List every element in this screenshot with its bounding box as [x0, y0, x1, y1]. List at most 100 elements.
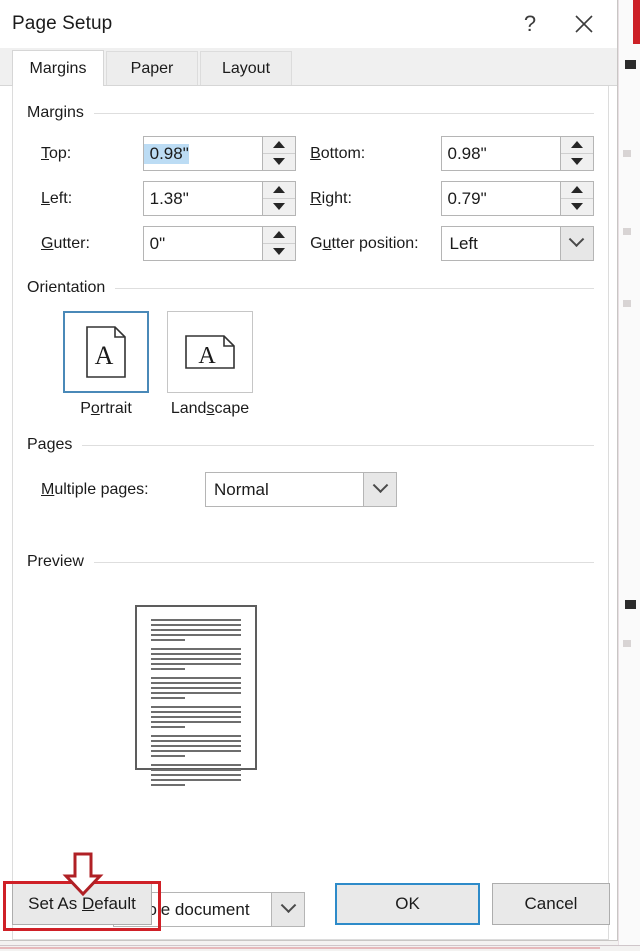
preview-paragraph: [151, 619, 241, 641]
group-divider: [82, 444, 594, 446]
ok-button-label: OK: [395, 894, 420, 913]
background-red-marker: [633, 0, 640, 44]
close-icon[interactable]: [571, 11, 597, 37]
set-as-default-label: Set As Default: [28, 894, 136, 914]
question-mark-icon[interactable]: ?: [517, 11, 543, 37]
top-margin-spinner[interactable]: 0.98": [142, 136, 297, 171]
pages-group-label: Pages: [27, 436, 73, 453]
top-label-accel: T: [41, 144, 49, 162]
multiple-pages-value: Normal: [214, 479, 269, 499]
gutter-spin-up-icon[interactable]: [263, 227, 296, 244]
margin-row-gutter: Gutter: 0" Gutter position: Left: [27, 226, 594, 261]
left-margin-value[interactable]: 1.38": [144, 189, 189, 209]
gutter-label-rest: utter:: [53, 234, 90, 252]
svg-text:A: A: [95, 341, 114, 370]
portrait-label-accel: o: [90, 400, 100, 417]
bottom-spin-buttons: [559, 136, 594, 171]
bottom-spin-down-icon[interactable]: [560, 153, 593, 170]
multiple-pages-row: Multiple pages: Normal: [27, 472, 594, 507]
tab-layout[interactable]: Layout: [200, 51, 292, 85]
right-spin-down-icon[interactable]: [560, 198, 593, 215]
portrait-page-icon: A: [86, 326, 126, 378]
gutter-label: Gutter:: [41, 235, 143, 253]
orientation-group-label: Orientation: [27, 279, 106, 296]
bottom-label: Bottom:: [310, 145, 440, 163]
svg-text:A: A: [198, 343, 216, 369]
margin-row-left-right: Left: 1.38" Right: 0.79": [27, 181, 594, 216]
margin-row-top-bottom: Top: 0.98" Bottom: 0.98": [27, 136, 594, 171]
ok-button[interactable]: OK: [335, 883, 480, 925]
dialog-body: Margins Top: 0.98" Bottom: 0.98" Left: 1…: [12, 86, 609, 940]
orientation-group-header: Orientation: [27, 279, 594, 297]
page-setup-dialog: Page Setup ? Margins Paper Layout Margin…: [0, 0, 618, 941]
bottom-margin-value[interactable]: 0.98": [442, 144, 487, 164]
right-label-accel: R: [310, 189, 322, 207]
preview-paragraph: [151, 648, 241, 670]
title-bar: Page Setup ?: [0, 0, 617, 48]
landscape-page-icon: A: [185, 335, 235, 369]
gutter-position-label-post: tter position:: [331, 234, 419, 252]
gutter-value[interactable]: 0": [144, 234, 166, 254]
left-label: Left:: [41, 190, 143, 208]
landscape-tile[interactable]: A: [167, 311, 253, 393]
preview-paragraph: [151, 706, 241, 728]
right-margin-value[interactable]: 0.79": [442, 189, 487, 209]
bottom-spin-up-icon[interactable]: [560, 137, 593, 154]
screen-root: Page Setup ? Margins Paper Layout Margin…: [0, 0, 640, 951]
top-spin-up-icon[interactable]: [263, 137, 296, 154]
left-spin-down-icon[interactable]: [263, 198, 296, 215]
top-margin-value[interactable]: 0.98": [143, 143, 189, 164]
set-as-default-label-pre: Set As: [28, 894, 82, 913]
portrait-label: Portrait: [80, 400, 132, 418]
preview-area: [27, 575, 594, 892]
group-divider: [93, 561, 594, 563]
right-label-rest: ight:: [321, 189, 352, 207]
gutter-position-dropdown[interactable]: Left: [440, 226, 594, 261]
gutter-position-value: Left: [449, 233, 478, 253]
preview-group-label: Preview: [27, 553, 84, 570]
chevron-down-icon[interactable]: [363, 472, 397, 507]
bottom-margin-spinner[interactable]: 0.98": [440, 136, 594, 171]
gutter-spinner[interactable]: 0": [142, 226, 297, 261]
bottom-label-rest: ottom:: [320, 144, 366, 162]
background-strip: [618, 0, 640, 951]
portrait-label-post: rtrait: [99, 400, 132, 417]
tab-margins[interactable]: Margins: [12, 50, 104, 86]
group-divider: [93, 112, 594, 114]
tab-margins-label: Margins: [29, 59, 87, 77]
left-spin-up-icon[interactable]: [263, 182, 296, 199]
portrait-tile[interactable]: A: [63, 311, 149, 393]
background-bottom-red-line: [0, 947, 600, 949]
left-label-accel: L: [41, 189, 50, 207]
tab-paper[interactable]: Paper: [106, 51, 198, 85]
page-preview-thumbnail: [135, 605, 257, 786]
gutter-spin-buttons: [262, 226, 297, 261]
right-spin-up-icon[interactable]: [560, 182, 593, 199]
orientation-option-portrait[interactable]: A Portrait: [63, 311, 149, 418]
multiple-pages-label-rest: ultiple pages:: [54, 480, 149, 498]
top-spin-down-icon[interactable]: [263, 153, 296, 170]
background-artifact: [623, 228, 631, 235]
tab-strip: Margins Paper Layout: [0, 48, 617, 86]
portrait-label-pre: P: [80, 400, 91, 417]
right-spin-buttons: [559, 181, 594, 216]
margins-group-label: Margins: [27, 104, 84, 121]
landscape-label-post: cape: [214, 400, 250, 417]
preview-paragraph: [151, 735, 241, 757]
chevron-down-icon[interactable]: [559, 226, 594, 261]
preview-paragraph: [151, 764, 241, 786]
multiple-pages-dropdown[interactable]: Normal: [205, 472, 397, 507]
gutter-label-accel: G: [41, 234, 54, 252]
left-margin-spinner[interactable]: 1.38": [142, 181, 297, 216]
cancel-button[interactable]: Cancel: [492, 883, 610, 925]
gutter-spin-down-icon[interactable]: [263, 243, 296, 260]
group-divider: [115, 287, 594, 289]
bottom-label-accel: B: [310, 144, 321, 162]
orientation-option-landscape[interactable]: A Landscape: [167, 311, 253, 418]
right-margin-spinner[interactable]: 0.79": [440, 181, 594, 216]
right-label: Right:: [310, 190, 440, 208]
tab-layout-label: Layout: [221, 59, 271, 77]
orientation-options: A Portrait A Landscape: [63, 311, 594, 418]
multiple-pages-label: Multiple pages:: [41, 481, 205, 499]
cancel-button-label: Cancel: [524, 894, 578, 913]
